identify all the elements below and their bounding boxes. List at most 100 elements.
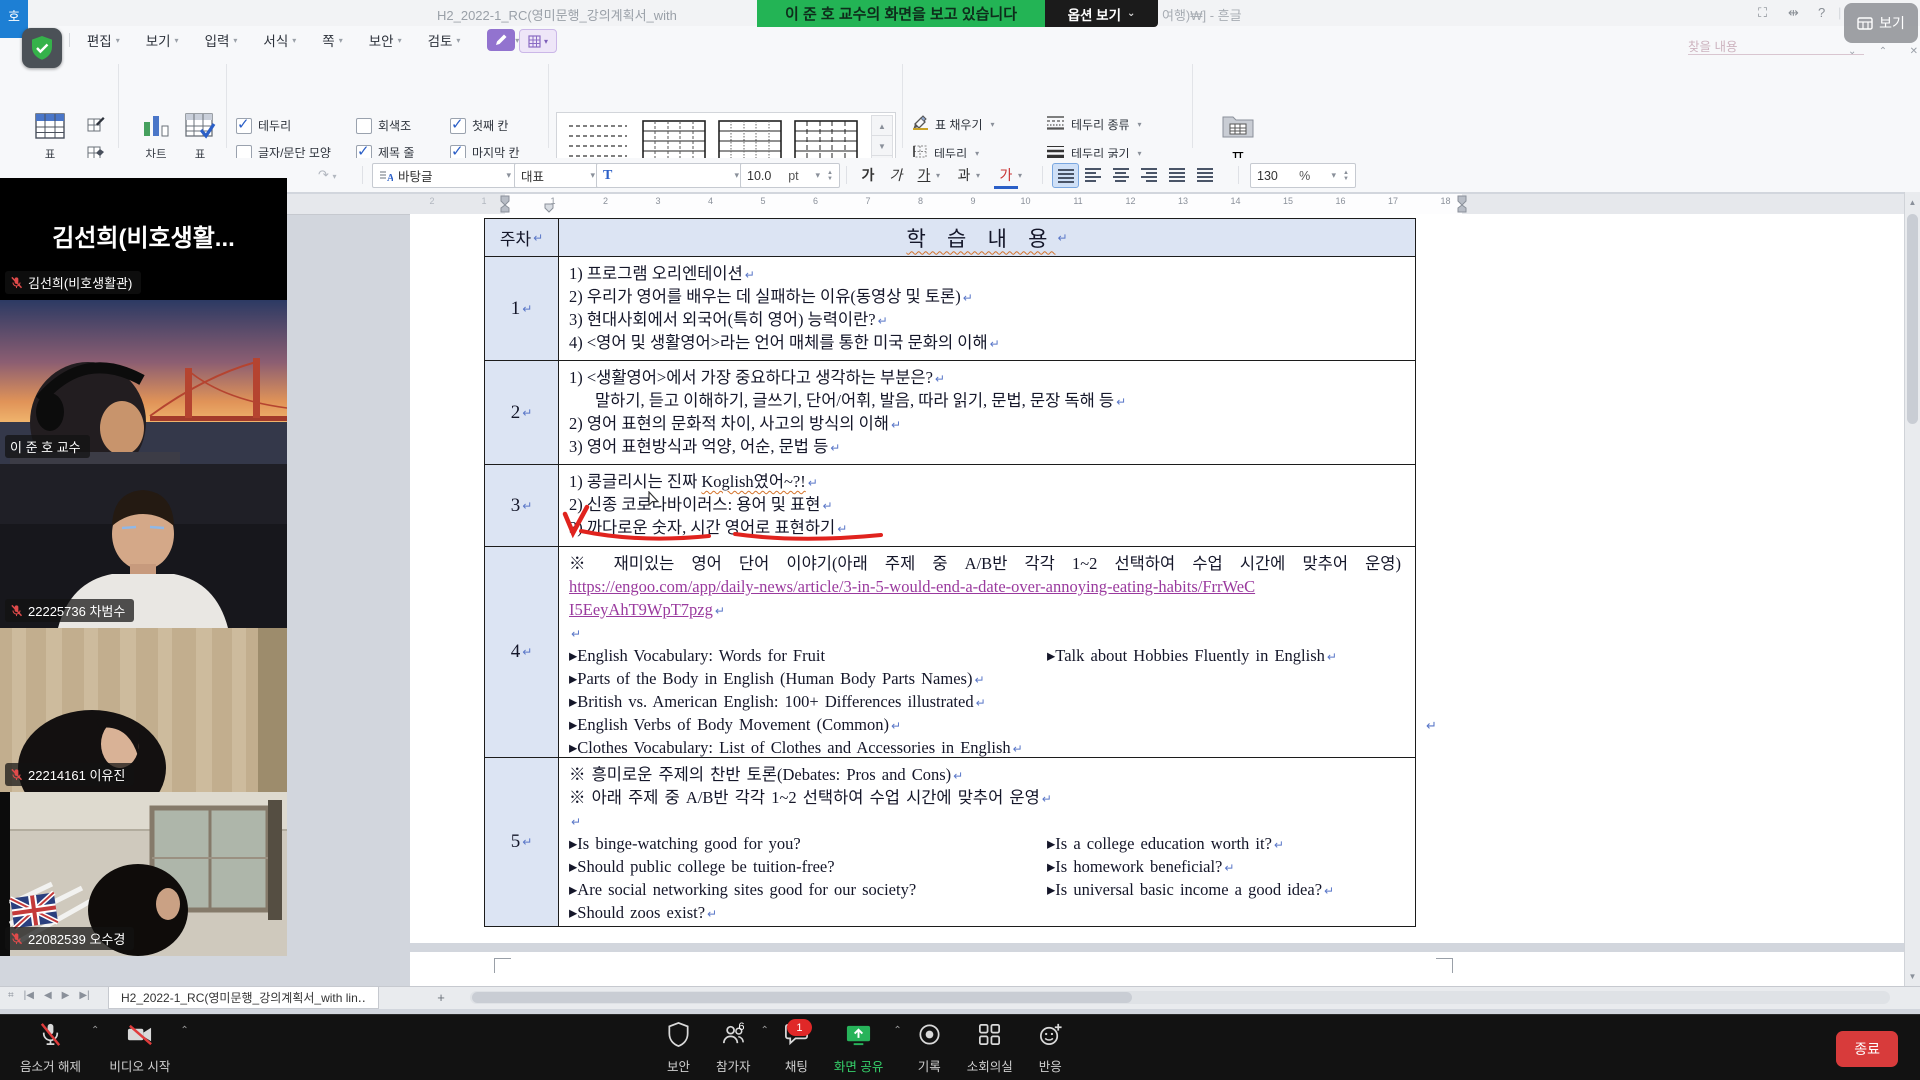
right-margin-marker[interactable] bbox=[1455, 194, 1473, 214]
checkbox-테두리[interactable]: 테두리 bbox=[236, 117, 356, 134]
zoom-view-button[interactable]: 보기 bbox=[1844, 3, 1918, 43]
checkbox-회색조[interactable]: 회색조 bbox=[356, 117, 450, 134]
zoom-share-button[interactable]: 화면 공유 bbox=[824, 1017, 893, 1079]
leave-meeting-button[interactable]: 종료 bbox=[1836, 1031, 1898, 1067]
chevron-up-icon[interactable]: ⌃ bbox=[893, 1017, 901, 1036]
align-distribute-button[interactable] bbox=[1164, 163, 1189, 186]
chevron-up-icon[interactable]: ⌃ bbox=[180, 1017, 188, 1036]
chevron-down-icon[interactable]: ▾ bbox=[1018, 171, 1022, 180]
vertical-scrollbar[interactable]: ▲ ▼ bbox=[1904, 192, 1920, 986]
paragraph-mark: ↵ bbox=[990, 337, 1000, 351]
hyperlink[interactable]: I5EeyAhT9WpT7pzg bbox=[569, 600, 713, 619]
horizontal-scrollbar[interactable] bbox=[470, 991, 1890, 1004]
style-set-select[interactable]: 대표▾ bbox=[514, 163, 602, 188]
hyperlink[interactable]: https://engoo.com/app/daily-news/article… bbox=[569, 577, 1255, 596]
checkbox-unchecked[interactable] bbox=[356, 118, 372, 134]
font-color-button[interactable]: 가 bbox=[994, 163, 1018, 189]
draw-table-button[interactable] bbox=[86, 114, 106, 134]
scroll-up-button[interactable]: ▲ bbox=[1905, 194, 1920, 210]
expand-icon[interactable]: ⌃ bbox=[1879, 46, 1887, 57]
view-mode-icon[interactable]: ⌗ bbox=[8, 990, 14, 1001]
checkbox-checked[interactable] bbox=[450, 118, 466, 134]
ruler-number: 7 bbox=[865, 196, 870, 206]
size-spinner[interactable]: ▲▼ bbox=[827, 170, 833, 182]
menu-입력[interactable]: 입력▾ bbox=[192, 26, 251, 54]
underline-button[interactable]: 가 bbox=[912, 163, 936, 186]
gallery-scroll-down[interactable]: ▼ bbox=[871, 135, 893, 157]
participant-video[interactable]: 22214161 이유진 bbox=[0, 628, 287, 792]
table-context-tab[interactable]: ▾ bbox=[519, 29, 557, 53]
doc-line: 2) 우리가 영어를 배우는 데 실패하는 이유(동영상 및 토론)↵ bbox=[569, 285, 1407, 308]
bold-button[interactable]: 가 bbox=[856, 163, 880, 186]
doc-line: I5EeyAhT9WpT7pzg↵ bbox=[569, 598, 1407, 621]
menu-보기[interactable]: 보기▾ bbox=[133, 26, 192, 54]
zoom-level-input[interactable]: 130 %▾ ▲▼ bbox=[1250, 163, 1356, 188]
doc-text: ▸British vs. American English: 100+ Diff… bbox=[569, 692, 974, 711]
participant-video[interactable]: 22225736 차범수 bbox=[0, 464, 287, 628]
shield-icon bbox=[665, 1021, 692, 1053]
redo-icon[interactable]: ↷ ▾ bbox=[318, 167, 337, 183]
left-margin-marker[interactable] bbox=[498, 194, 516, 214]
fullscreen-icon[interactable]: ⛶ bbox=[1758, 5, 1767, 21]
scroll-down-button[interactable]: ▼ bbox=[1905, 968, 1920, 984]
align-divide-button[interactable] bbox=[1192, 163, 1217, 186]
align-left-button[interactable] bbox=[1080, 163, 1105, 186]
document-tab[interactable]: H2_2022-1_RC(영미문행_강의계획서_with lin‥ bbox=[108, 987, 379, 1009]
dropdown-icon[interactable]: ⌄ bbox=[1848, 46, 1856, 57]
new-tab-button[interactable]: + bbox=[432, 989, 450, 1007]
menu-보안[interactable]: 보안▾ bbox=[356, 26, 415, 54]
gallery-scroll-up[interactable]: ▲ bbox=[871, 115, 893, 137]
zoom-video-button[interactable]: 비디오 시작 bbox=[99, 1017, 180, 1079]
week-number: 4 bbox=[511, 641, 521, 663]
paragraph-style-select[interactable]: A 바탕글▾ bbox=[372, 163, 518, 188]
zoom-chat-button[interactable]: 채팅1 bbox=[773, 1017, 820, 1079]
chevron-up-icon[interactable]: ⌃ bbox=[91, 1017, 99, 1036]
zoom-record-button[interactable]: 기록 bbox=[906, 1017, 953, 1079]
participant-video[interactable]: 22082539 오수경 bbox=[0, 792, 287, 956]
participant-video[interactable]: 이 준 호 교수 bbox=[0, 300, 287, 464]
checkbox-첫째 칸[interactable]: 첫째 칸 bbox=[450, 117, 562, 134]
italic-button[interactable]: 가 bbox=[884, 163, 908, 186]
participant-video[interactable]: 김선희(비호생활...김선희(비호생활관) bbox=[0, 178, 287, 300]
edit-context-tab[interactable] bbox=[487, 29, 515, 51]
indent-marker[interactable] bbox=[543, 203, 557, 214]
chevron-down-icon[interactable]: ▾ bbox=[976, 171, 980, 180]
zoom-participants-button[interactable]: 참가자6 bbox=[706, 1017, 761, 1079]
zoom-mute-button[interactable]: 음소거 해제 bbox=[10, 1017, 91, 1079]
checkbox-checked[interactable] bbox=[236, 118, 252, 134]
paragraph-style-icon: A bbox=[379, 170, 393, 182]
scrollbar-thumb[interactable] bbox=[472, 992, 1132, 1003]
menu-쪽[interactable]: 쪽▾ bbox=[309, 26, 355, 54]
last-page-icon[interactable]: ▶| bbox=[79, 990, 89, 1001]
align-center-button[interactable] bbox=[1108, 163, 1133, 186]
zoom-security-button[interactable]: 보안 bbox=[655, 1017, 702, 1079]
resize-icon[interactable]: ⇹ bbox=[1788, 5, 1799, 21]
tool-label: 테두리 종류 bbox=[1071, 116, 1130, 133]
zoom-reactions-button[interactable]: 반응 bbox=[1027, 1017, 1074, 1079]
menu-편집[interactable]: 편집▾ bbox=[74, 26, 133, 54]
align-justify-button[interactable] bbox=[1052, 163, 1079, 188]
next-page-icon[interactable]: ▶ bbox=[62, 990, 70, 1001]
font-size-input[interactable]: 10.0 pt▾ ▲▼ bbox=[740, 163, 840, 188]
share-options-button[interactable]: 옵션 보기 ⌄ bbox=[1045, 0, 1158, 27]
find-input[interactable]: 찾을 내용 bbox=[1688, 36, 1864, 55]
zoom-breakout-button[interactable]: 소회의실 bbox=[957, 1017, 1023, 1079]
align-right-button[interactable] bbox=[1136, 163, 1161, 186]
chevron-up-icon[interactable]: ⌃ bbox=[761, 1017, 769, 1036]
menu-서식[interactable]: 서식▾ bbox=[250, 26, 309, 54]
scrollbar-thumb[interactable] bbox=[1907, 214, 1918, 424]
document-page[interactable]: 주차↵학 습 내 용↵1↵1) 프로그램 오리엔테이션↵2) 우리가 영어를 배… bbox=[410, 214, 1904, 943]
close-icon[interactable]: ✕ bbox=[1910, 46, 1918, 57]
week-number-cell: 1↵ bbox=[485, 257, 559, 360]
font-select[interactable]: T ▾ bbox=[596, 163, 746, 188]
zoom-spinner[interactable]: ▲▼ bbox=[1343, 170, 1349, 182]
tool-테두리 종류[interactable]: 테두리 종류▾ bbox=[1046, 115, 1186, 135]
prev-page-icon[interactable]: ◀ bbox=[44, 990, 52, 1001]
window-controls[interactable]: ⌄ ⌃ ✕ bbox=[1848, 46, 1918, 57]
help-icon[interactable]: ? bbox=[1818, 5, 1825, 20]
first-page-icon[interactable]: |◀ bbox=[24, 990, 34, 1001]
chevron-down-icon[interactable]: ▾ bbox=[936, 171, 940, 180]
char-outline-button[interactable]: 과 bbox=[952, 163, 976, 186]
menu-검토[interactable]: 검토▾ bbox=[415, 26, 474, 54]
tool-표 채우기[interactable]: 표 채우기▾ bbox=[912, 115, 1046, 135]
